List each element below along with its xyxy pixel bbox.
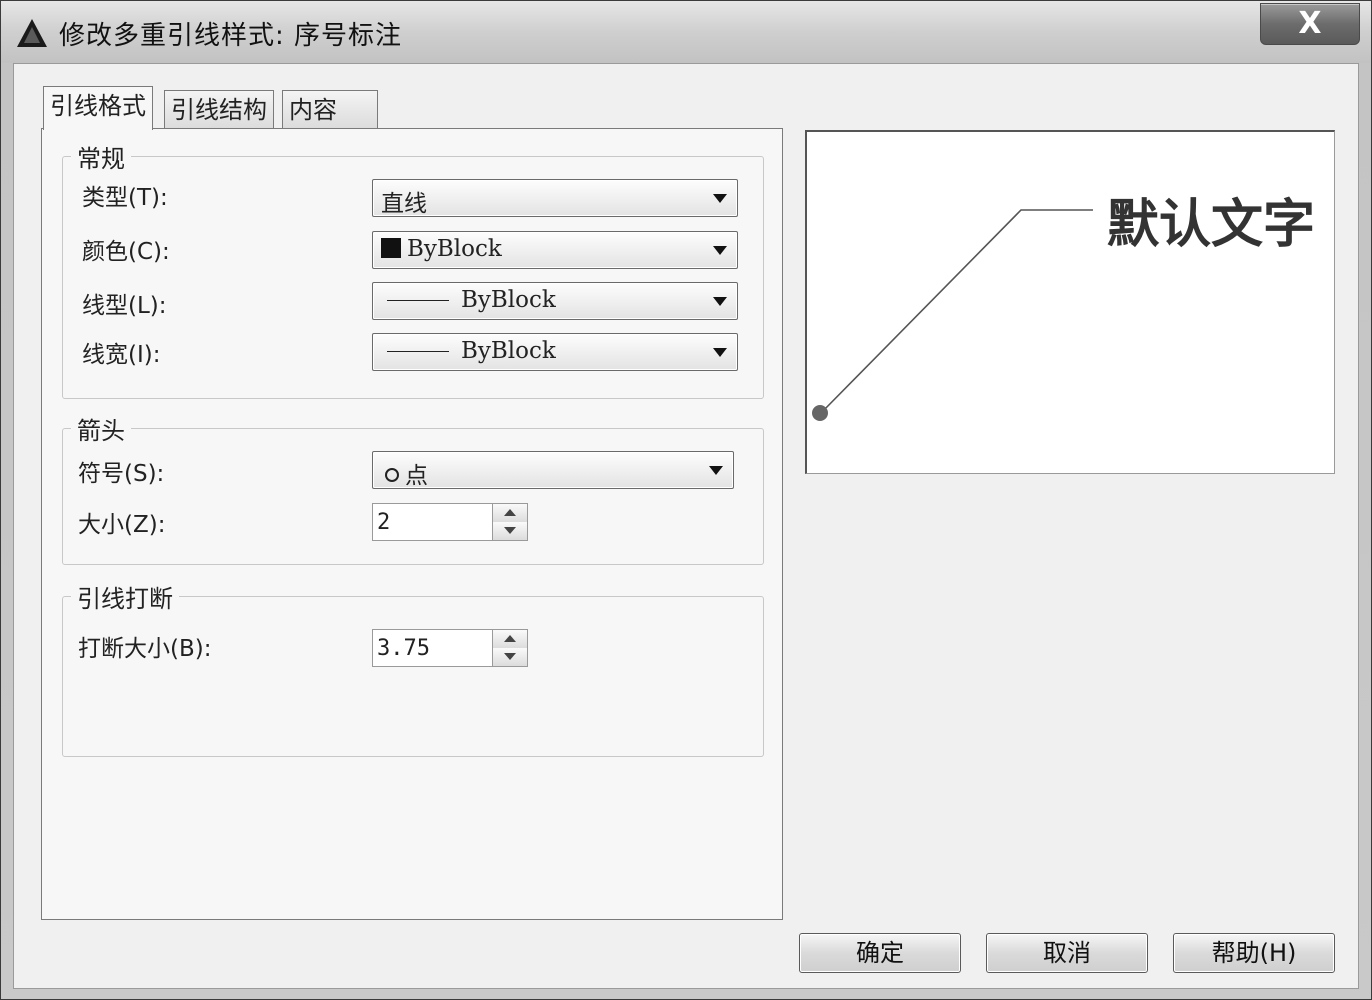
break-size-label: 打断大小(B): — [78, 636, 212, 662]
dot-arrow-icon — [385, 468, 399, 482]
type-dropdown[interactable]: 直线 — [372, 179, 738, 217]
linetype-label: 线型(L): — [82, 293, 167, 319]
dialog-client-area: 引线格式 引线结构 内容 常规 类型(T): 直线 颜色(C): ByBlock… — [13, 63, 1359, 989]
close-icon: X — [1298, 6, 1322, 41]
spin-up-icon[interactable] — [493, 504, 527, 523]
symbol-label: 符号(S): — [78, 461, 165, 487]
window-title: 修改多重引线样式: 序号标注 — [59, 21, 403, 51]
group-arrowhead-legend: 箭头 — [77, 417, 125, 445]
ok-button[interactable]: 确定 — [799, 933, 961, 973]
lineweight-value: ByBlock — [461, 338, 556, 364]
spin-down-icon[interactable] — [493, 522, 527, 540]
size-spin-buttons — [492, 503, 528, 541]
color-dropdown[interactable]: ByBlock — [372, 231, 738, 269]
line-sample-icon — [387, 300, 449, 301]
tab-panel: 常规 类型(T): 直线 颜色(C): ByBlock 线型(L): ByBlo… — [41, 128, 783, 920]
chevron-down-icon — [709, 466, 723, 475]
chevron-down-icon — [713, 297, 727, 306]
dialog-window: 修改多重引线样式: 序号标注 X 引线格式 引线结构 内容 常规 类型(T): … — [0, 0, 1372, 1000]
size-label: 大小(Z): — [78, 512, 166, 538]
autocad-logo-icon — [17, 19, 47, 47]
leader-preview: 默认文字 — [805, 130, 1335, 474]
chevron-down-icon — [713, 194, 727, 203]
tab-leader-format[interactable]: 引线格式 — [43, 86, 153, 130]
color-label: 颜色(C): — [82, 239, 170, 265]
linetype-value: ByBlock — [461, 287, 556, 313]
preview-default-text: 默认文字 — [1107, 194, 1316, 255]
linetype-dropdown[interactable]: ByBlock — [372, 282, 738, 320]
lineweight-label: 线宽(I): — [82, 342, 161, 368]
group-general-legend: 常规 — [77, 145, 125, 173]
size-value[interactable]: 2 — [377, 510, 390, 535]
group-leader-break-legend: 引线打断 — [77, 585, 173, 613]
cancel-button[interactable]: 取消 — [986, 933, 1148, 973]
tab-leader-structure[interactable]: 引线结构 — [164, 90, 274, 128]
title-bar[interactable]: 修改多重引线样式: 序号标注 X — [1, 1, 1371, 63]
tab-content[interactable]: 内容 — [282, 90, 378, 128]
group-leader-break: 引线打断 — [62, 579, 764, 757]
break-size-value[interactable]: 3.75 — [377, 636, 430, 661]
lineweight-dropdown[interactable]: ByBlock — [372, 333, 738, 371]
break-size-spinner[interactable]: 3.75 — [372, 629, 528, 667]
symbol-value-wrap: 点 — [381, 456, 428, 490]
chevron-down-icon — [713, 348, 727, 357]
symbol-dropdown[interactable]: 点 — [372, 451, 734, 489]
linetype-value-wrap: ByBlock — [381, 287, 556, 313]
break-size-spin-buttons — [492, 629, 528, 667]
chevron-down-icon — [713, 246, 727, 255]
color-value: ByBlock — [407, 236, 502, 262]
size-spinner[interactable]: 2 — [372, 503, 528, 541]
close-button[interactable]: X — [1260, 3, 1360, 45]
spin-up-icon[interactable] — [493, 630, 527, 649]
color-value-wrap: ByBlock — [381, 236, 502, 262]
symbol-value: 点 — [405, 463, 428, 489]
color-swatch-icon — [381, 238, 401, 258]
spin-down-icon[interactable] — [493, 648, 527, 666]
lineweight-value-wrap: ByBlock — [381, 338, 556, 364]
type-label: 类型(T): — [82, 185, 168, 211]
line-sample-icon — [387, 351, 449, 352]
help-button[interactable]: 帮助(H) — [1173, 933, 1335, 973]
type-value: 直线 — [381, 191, 427, 217]
